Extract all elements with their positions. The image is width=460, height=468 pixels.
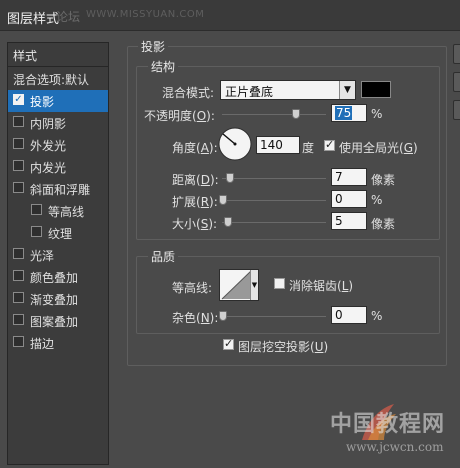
sidebar-item-drop-shadow[interactable]: ✓ 投影 — [8, 90, 108, 112]
angle-dial[interactable] — [217, 126, 253, 162]
chevron-down-icon: ▼ — [339, 81, 355, 99]
sidebar-item-bevel-emboss[interactable]: 斜面和浮雕 — [8, 178, 108, 200]
global-light-label: 使用全局光(G) — [339, 141, 418, 155]
noise-unit: % — [371, 309, 383, 323]
sidebar-item-label: 渐变叠加 — [30, 293, 79, 307]
blend-mode-value: 正片叠底 — [225, 85, 274, 99]
angle-field[interactable]: 140 — [256, 136, 300, 154]
sidebar-item-label: 颜色叠加 — [30, 271, 79, 285]
structure-title: 结构 — [148, 58, 179, 75]
sidebar-item-label: 投影 — [30, 95, 55, 109]
satin-checkbox[interactable] — [13, 248, 24, 259]
opacity-slider[interactable] — [222, 114, 326, 115]
chevron-down-icon: ▼ — [250, 270, 258, 300]
spread-slider-thumb[interactable] — [219, 195, 227, 205]
inner-shadow-checkbox[interactable] — [13, 116, 24, 127]
inner-glow-checkbox[interactable] — [13, 160, 24, 171]
contour-checkbox[interactable] — [31, 204, 42, 215]
sidebar-item-inner-glow[interactable]: 内发光 — [8, 156, 108, 178]
contour-picker[interactable]: ▼ — [219, 269, 259, 301]
ok-button[interactable] — [453, 44, 460, 64]
sidebar-item-pattern-overlay[interactable]: 图案叠加 — [8, 310, 108, 332]
size-field[interactable]: 5 — [331, 212, 367, 230]
spread-slider[interactable] — [222, 200, 326, 201]
sidebar-item-label: 内阴影 — [30, 117, 67, 131]
anti-alias-checkbox[interactable] — [274, 278, 285, 289]
noise-slider[interactable] — [222, 316, 326, 317]
noise-field[interactable]: 0 — [331, 306, 367, 324]
window-titlebar: 图层样式 论坛 WWW.MISSYUAN.COM — [0, 0, 460, 31]
title-watermark-url: WWW.MISSYUAN.COM — [86, 9, 205, 20]
sidebar-item-label: 图案叠加 — [30, 315, 79, 329]
sidebar-item-label: 等高线 — [48, 205, 85, 219]
spread-unit: % — [371, 193, 383, 207]
distance-label: 距离(D): — [172, 173, 219, 187]
distance-slider[interactable] — [222, 178, 326, 179]
spread-label: 扩展(R): — [172, 195, 218, 209]
size-slider-thumb[interactable] — [224, 217, 232, 227]
bevel-emboss-checkbox[interactable] — [13, 182, 24, 193]
opacity-slider-thumb[interactable] — [292, 109, 300, 119]
sidebar-item-label: 描边 — [30, 337, 55, 351]
angle-unit: 度 — [302, 141, 315, 155]
drop-shadow-checkbox[interactable]: ✓ — [13, 94, 24, 105]
color-overlay-checkbox[interactable] — [13, 270, 24, 281]
spread-field[interactable]: 0 — [331, 190, 367, 208]
sidebar-item-stroke[interactable]: 描边 — [8, 332, 108, 354]
angle-label: 角度(A): — [172, 141, 218, 155]
window-title: 图层样式 — [7, 12, 60, 27]
size-label: 大小(S): — [172, 217, 218, 231]
sidebar-item-gradient-overlay[interactable]: 渐变叠加 — [8, 288, 108, 310]
sidebar-item-contour[interactable]: 等高线 — [8, 200, 108, 222]
sidebar-item-label: 斜面和浮雕 — [30, 183, 91, 197]
shadow-color-swatch[interactable] — [361, 81, 391, 98]
gradient-overlay-checkbox[interactable] — [13, 292, 24, 303]
quality-title: 品质 — [148, 248, 179, 265]
sidebar-item-outer-glow[interactable]: 外发光 — [8, 134, 108, 156]
distance-slider-thumb[interactable] — [226, 173, 234, 183]
style-list-header[interactable]: 样式 — [8, 43, 108, 67]
title-watermark-cn: 论坛 — [56, 10, 81, 24]
distance-field[interactable]: 7 — [331, 168, 367, 186]
sidebar-item-label: 纹理 — [48, 227, 73, 241]
drop-shadow-title: 投影 — [138, 38, 169, 55]
texture-checkbox[interactable] — [31, 226, 42, 237]
sidebar-item-satin[interactable]: 光泽 — [8, 244, 108, 266]
distance-unit: 像素 — [371, 173, 396, 187]
stroke-checkbox[interactable] — [13, 336, 24, 347]
cancel-button[interactable] — [453, 72, 460, 92]
contour-curve-icon — [221, 270, 252, 300]
blend-mode-select[interactable]: 正片叠底 ▼ — [220, 80, 356, 100]
opacity-label: 不透明度(O): — [144, 109, 215, 123]
size-unit: 像素 — [371, 217, 396, 231]
sidebar-item-inner-shadow[interactable]: 内阴影 — [8, 112, 108, 134]
sidebar-item-color-overlay[interactable]: 颜色叠加 — [8, 266, 108, 288]
opacity-unit: % — [371, 107, 383, 121]
new-style-button[interactable] — [453, 100, 460, 120]
blend-mode-label: 混合模式: — [162, 86, 215, 100]
size-slider[interactable] — [222, 222, 326, 223]
sidebar-item-texture[interactable]: 纹理 — [8, 222, 108, 244]
noise-slider-thumb[interactable] — [219, 311, 227, 321]
sidebar-item-label: 内发光 — [30, 161, 67, 175]
sidebar-item-label: 混合选项:默认 — [13, 73, 90, 87]
noise-label: 杂色(N): — [172, 311, 219, 325]
opacity-field[interactable]: 75 — [331, 104, 367, 122]
layer-knockout-label: 图层挖空投影(U) — [238, 340, 329, 354]
sidebar-item-label: 外发光 — [30, 139, 67, 153]
watermark-cn: 中国教程网 — [330, 411, 446, 437]
sidebar-item-blending-options[interactable]: 混合选项:默认 — [8, 68, 108, 90]
contour-label: 等高线: — [172, 281, 213, 295]
global-light-checkbox[interactable] — [324, 138, 335, 151]
pattern-overlay-checkbox[interactable] — [13, 314, 24, 325]
outer-glow-checkbox[interactable] — [13, 138, 24, 149]
anti-alias-label: 消除锯齿(L) — [289, 279, 354, 293]
sidebar-item-label: 光泽 — [30, 249, 55, 263]
style-list: 样式 混合选项:默认 ✓ 投影 内阴影 外发光 内发光 斜面和浮雕 等高线 纹理… — [7, 42, 109, 465]
watermark-url: www.jcwcn.com — [346, 440, 444, 454]
layer-knockout-checkbox[interactable] — [223, 337, 234, 350]
